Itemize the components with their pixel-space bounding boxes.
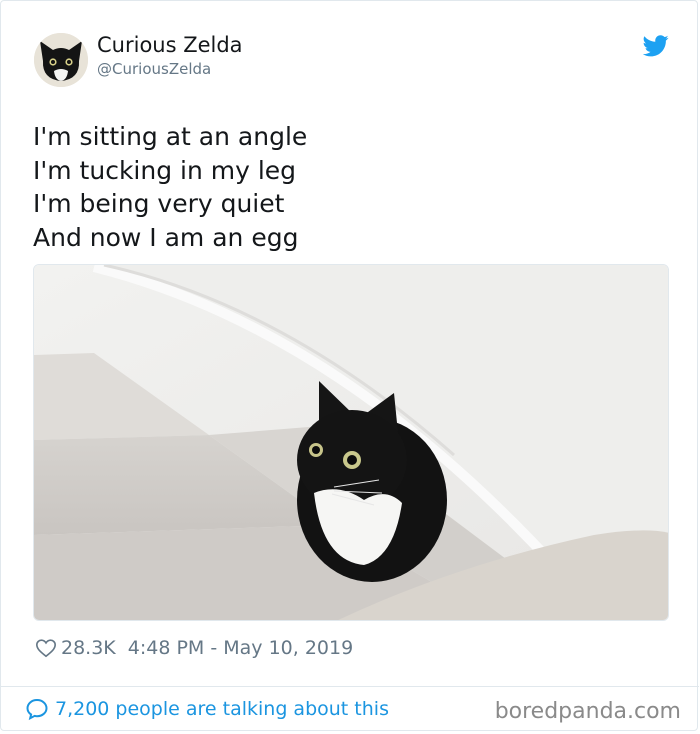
black-cat-avatar-icon [34, 33, 88, 87]
heart-icon[interactable] [35, 637, 57, 659]
author-display-name[interactable]: Curious Zelda [97, 33, 243, 57]
twitter-bird-icon[interactable] [643, 35, 669, 57]
tweet-timestamp[interactable]: 4:48 PM - May 10, 2019 [128, 637, 353, 659]
comment-bubble-icon [26, 698, 48, 721]
tweet-card: Curious Zelda @CuriousZelda I'm sitting … [0, 0, 699, 731]
like-count[interactable]: 28.3K [61, 637, 116, 659]
tweet-line: And now I am an egg [33, 222, 299, 252]
tweet-line: I'm sitting at an angle [33, 122, 308, 151]
tweet-line: I'm being very quiet [33, 189, 285, 218]
tweet-photo[interactable] [33, 264, 669, 621]
conversation-text[interactable]: 7,200 people are talking about this [55, 698, 389, 720]
cat-on-stairs-photo [34, 265, 668, 620]
tweet-meta: 28.3K 4:48 PM - May 10, 2019 [35, 635, 353, 661]
conversation-link[interactable]: 7,200 people are talking about this [25, 697, 389, 721]
tweet-text: I'm sitting at an angle I'm tucking in m… [33, 120, 653, 254]
avatar[interactable] [34, 33, 88, 87]
divider [1, 686, 699, 687]
author-handle[interactable]: @CuriousZelda [97, 60, 211, 78]
tweet-line: I'm tucking in my leg [33, 155, 297, 185]
watermark: boredpanda.com [494, 699, 681, 724]
